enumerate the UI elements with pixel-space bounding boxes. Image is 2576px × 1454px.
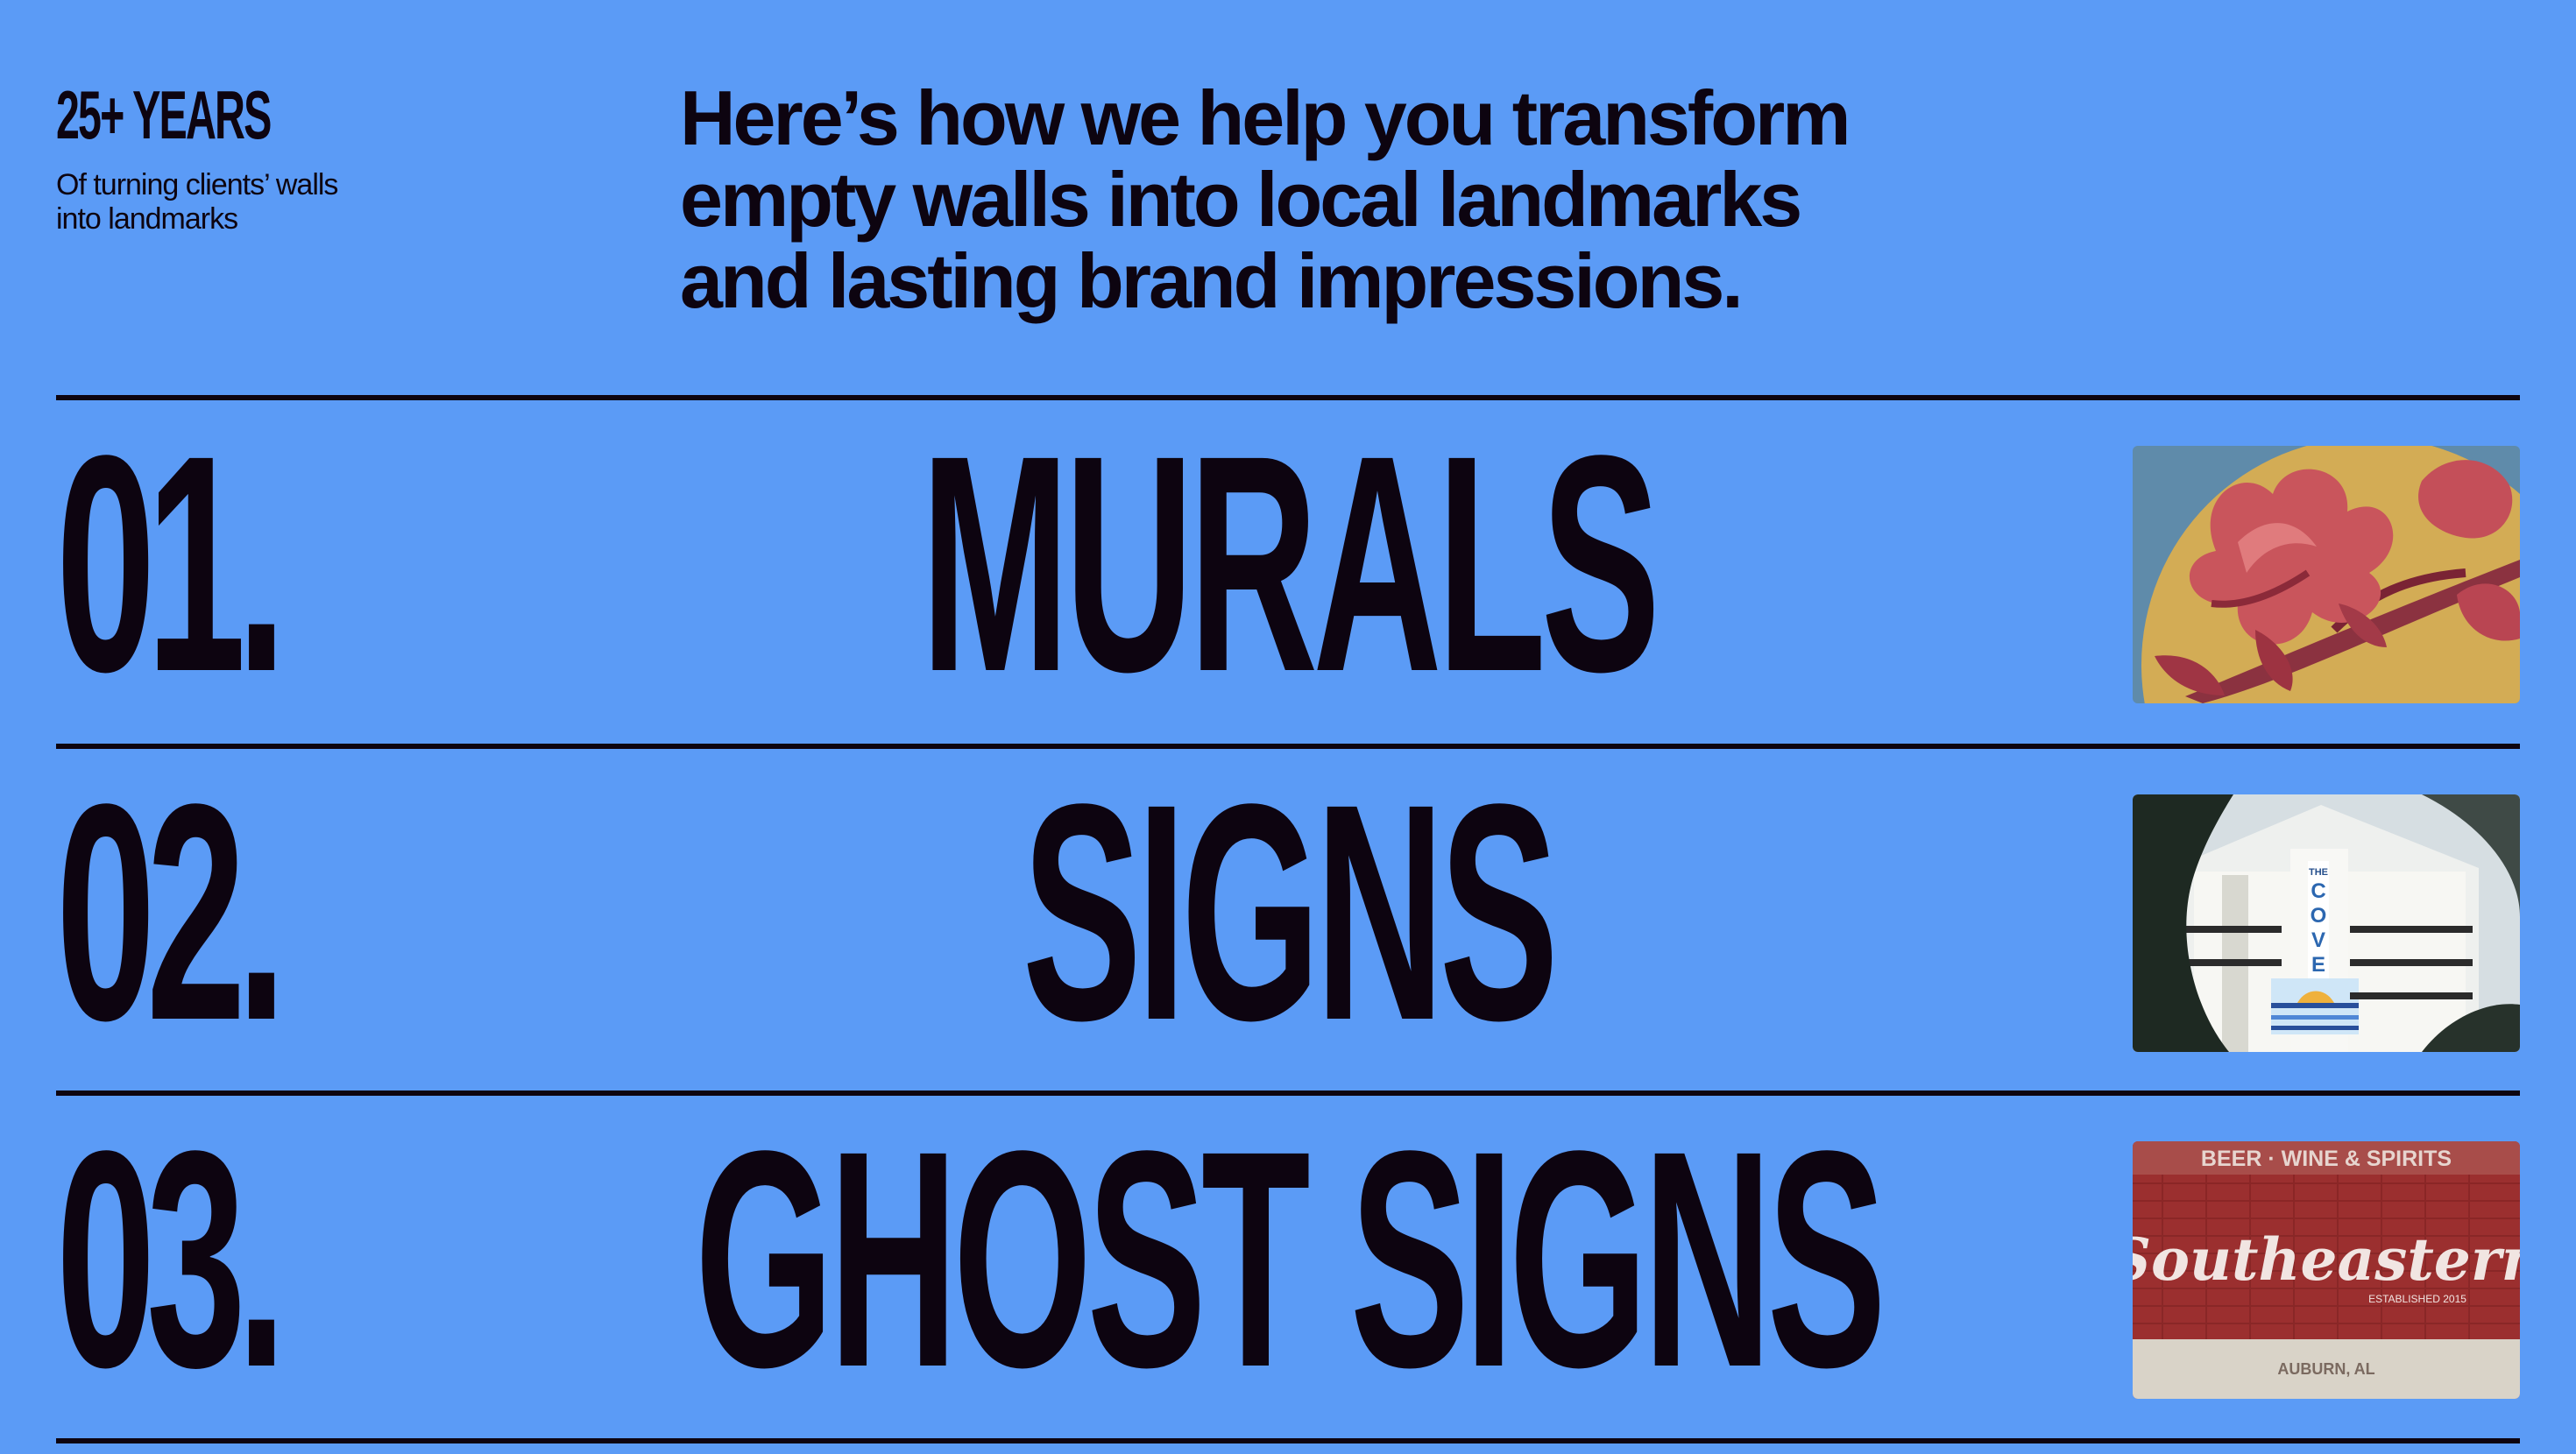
service-number: 01. bbox=[56, 391, 287, 736]
intro-heading: Here’s how we help you transform empty w… bbox=[680, 74, 1851, 324]
svg-text:V: V bbox=[2311, 928, 2325, 952]
years-stat-caption: Of turning clients’ walls into landmarks bbox=[56, 168, 338, 236]
svg-text:O: O bbox=[2311, 904, 2327, 928]
divider bbox=[56, 1438, 2520, 1443]
service-title[interactable]: GHOST SIGNS bbox=[695, 1105, 1886, 1413]
signs-thumbnail[interactable]: THE C O V E bbox=[2133, 794, 2520, 1052]
ghost-sign-script-text: Southeastern bbox=[2133, 1225, 2520, 1294]
ghost-signs-thumbnail[interactable]: BEER · WINE & SPIRITS Southeastern ESTAB… bbox=[2133, 1141, 2520, 1399]
service-title[interactable]: SIGNS bbox=[1023, 758, 1559, 1066]
the-cove-building-image: THE C O V E bbox=[2133, 794, 2520, 1052]
service-number: 02. bbox=[56, 739, 287, 1084]
svg-text:C: C bbox=[2311, 879, 2325, 903]
service-row-signs[interactable]: 02. SIGNS THE C O V E bbox=[56, 749, 2520, 1092]
ghost-sign-established-text: ESTABLISHED 2015 bbox=[2368, 1293, 2466, 1305]
service-number: 03. bbox=[56, 1086, 287, 1431]
magnolia-mural-image bbox=[2133, 446, 2520, 703]
ghost-sign-top-text: BEER · WINE & SPIRITS bbox=[2201, 1147, 2452, 1171]
ghost-sign-bottom-text: AUBURN, AL bbox=[2277, 1360, 2374, 1378]
southeastern-ghost-sign-image: BEER · WINE & SPIRITS Southeastern ESTAB… bbox=[2133, 1141, 2520, 1399]
service-row-ghost-signs[interactable]: 03. GHOST SIGNS BEER · WINE & SPIRITS So… bbox=[56, 1096, 2520, 1439]
service-row-murals[interactable]: 01. MURALS bbox=[56, 400, 2520, 744]
years-stat-value: 25+ YEARS bbox=[56, 76, 272, 153]
svg-text:E: E bbox=[2311, 953, 2325, 977]
years-stat: 25+ YEARS Of turning clients’ walls into… bbox=[56, 81, 424, 236]
murals-thumbnail[interactable] bbox=[2133, 446, 2520, 703]
cove-sign-text: THE bbox=[2309, 867, 2328, 878]
service-title[interactable]: MURALS bbox=[921, 409, 1660, 717]
